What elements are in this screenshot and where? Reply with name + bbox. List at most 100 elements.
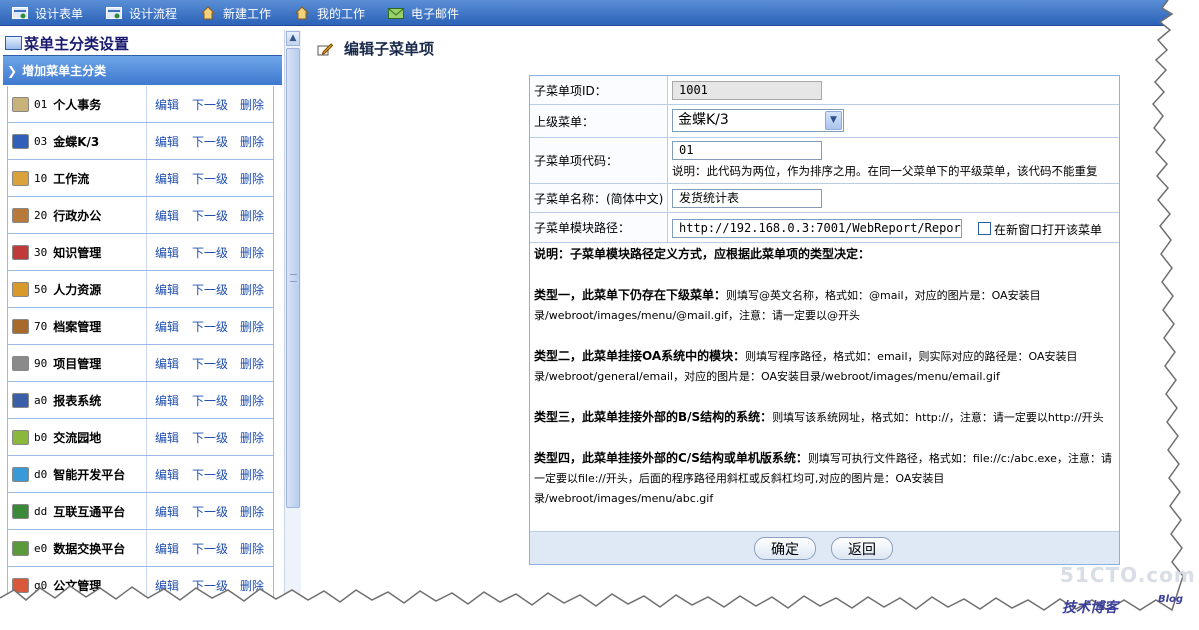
next-level-link[interactable]: 下一级	[192, 392, 228, 409]
edit-link[interactable]: 编辑	[155, 392, 179, 409]
edit-link[interactable]: 编辑	[155, 281, 179, 298]
menu-category-row: 10 工作流 编辑 下一级 删除	[8, 160, 273, 197]
submenu-path-label: 子菜单模块路径：	[530, 213, 668, 242]
delete-link[interactable]: 删除	[240, 355, 264, 372]
next-level-link[interactable]: 下一级	[192, 355, 228, 372]
delete-link[interactable]: 删除	[240, 540, 264, 557]
submenu-name-input[interactable]: 发货统计表	[672, 189, 822, 208]
delete-link[interactable]: 删除	[240, 318, 264, 335]
category-code: 50	[34, 282, 48, 296]
flow-design-icon	[106, 6, 122, 20]
back-button[interactable]: 返回	[831, 537, 893, 560]
edit-link[interactable]: 编辑	[155, 318, 179, 335]
path-description: 说明：子菜单模块路径定义方式，应根据此菜单项的类型决定： 类型一，此菜单下仍存在…	[534, 244, 1118, 509]
delete-link[interactable]: 删除	[240, 577, 264, 594]
delete-link[interactable]: 删除	[240, 392, 264, 409]
edit-link[interactable]: 编辑	[155, 429, 179, 446]
menu-category-name[interactable]: dd 互联互通平台	[8, 493, 147, 529]
menu-category-name[interactable]: 90 项目管理	[8, 345, 147, 381]
menu-category-name[interactable]: 10 工作流	[8, 160, 147, 196]
menu-category-name[interactable]: 03 金蝶K/3	[8, 123, 147, 159]
chevron-down-icon[interactable]: ▼	[825, 111, 842, 130]
delete-link[interactable]: 删除	[240, 503, 264, 520]
edit-link[interactable]: 编辑	[155, 355, 179, 372]
next-level-link[interactable]: 下一级	[192, 577, 228, 594]
menu-category-title-text: 菜单主分类设置	[24, 34, 130, 53]
delete-link[interactable]: 删除	[240, 207, 264, 224]
edit-link[interactable]: 编辑	[155, 577, 179, 594]
menu-category-name[interactable]: e0 数据交换平台	[8, 530, 147, 566]
add-main-category-button[interactable]: ❯ 增加菜单主分类	[3, 55, 282, 85]
next-level-link[interactable]: 下一级	[192, 281, 228, 298]
menu-email-label: 电子邮件	[411, 6, 460, 21]
category-label: 智能开发平台	[53, 467, 126, 482]
parent-menu-selected: 金蝶K/3	[678, 112, 729, 128]
menu-email[interactable]: 电子邮件	[388, 4, 459, 22]
category-label: 档案管理	[53, 319, 102, 334]
next-level-link[interactable]: 下一级	[192, 133, 228, 150]
row-submenu-id: 子菜单项ID： 1001	[530, 76, 1119, 105]
edit-link[interactable]: 编辑	[155, 540, 179, 557]
scrollbar-thumb[interactable]	[286, 48, 300, 508]
delete-link[interactable]: 删除	[240, 133, 264, 150]
menu-category-name[interactable]: 20 行政办公	[8, 197, 147, 233]
menu-design-form[interactable]: 设计表单	[12, 4, 83, 22]
menu-category-row: 90 项目管理 编辑 下一级 删除	[8, 345, 273, 382]
chevron-right-icon: ❯	[7, 63, 18, 78]
next-level-link[interactable]: 下一级	[192, 170, 228, 187]
next-level-link[interactable]: 下一级	[192, 429, 228, 446]
menu-category-row: 30 知识管理 编辑 下一级 删除	[8, 234, 273, 271]
new-window-checkbox[interactable]	[978, 222, 991, 235]
delete-link[interactable]: 删除	[240, 466, 264, 483]
delete-link[interactable]: 删除	[240, 281, 264, 298]
category-icon	[12, 318, 29, 334]
next-level-link[interactable]: 下一级	[192, 244, 228, 261]
next-level-link[interactable]: 下一级	[192, 207, 228, 224]
scroll-up-icon[interactable]: ▲	[286, 31, 300, 46]
edit-link[interactable]: 编辑	[155, 96, 179, 113]
next-level-link[interactable]: 下一级	[192, 466, 228, 483]
delete-link[interactable]: 删除	[240, 244, 264, 261]
edit-link[interactable]: 编辑	[155, 466, 179, 483]
form-button-bar: 确定 返回	[530, 531, 1119, 564]
window-icon	[5, 36, 22, 50]
next-level-link[interactable]: 下一级	[192, 318, 228, 335]
edit-link[interactable]: 编辑	[155, 133, 179, 150]
left-scrollbar[interactable]: ▲	[284, 30, 301, 630]
menu-my-work[interactable]: 我的工作	[294, 4, 365, 22]
parent-menu-select[interactable]: 金蝶K/3 ▼	[672, 109, 844, 132]
submenu-path-input[interactable]: http://192.168.0.3:7001/WebReport/Report…	[672, 219, 962, 238]
category-icon	[12, 244, 29, 260]
delete-link[interactable]: 删除	[240, 170, 264, 187]
menu-category-name[interactable]: a0 报表系统	[8, 382, 147, 418]
menu-category-name[interactable]: g0 公文管理	[8, 567, 147, 603]
menu-category-name[interactable]: b0 交流园地	[8, 419, 147, 455]
menu-new-work[interactable]: 新建工作	[200, 4, 271, 22]
ok-button[interactable]: 确定	[754, 537, 816, 560]
menu-category-name[interactable]: d0 智能开发平台	[8, 456, 147, 492]
menu-category-name[interactable]: 50 人力资源	[8, 271, 147, 307]
app-page: 设计表单 设计流程 新建工作 我的工作 电子邮件 菜单主分类设置 ❯ 增加菜单主…	[0, 0, 1199, 630]
category-code: 10	[34, 171, 48, 185]
edit-link[interactable]: 编辑	[155, 207, 179, 224]
category-label: 行政办公	[53, 208, 102, 223]
menu-new-work-label: 新建工作	[223, 6, 272, 21]
submenu-code-input[interactable]: 01	[672, 141, 822, 160]
menu-category-name[interactable]: 30 知识管理	[8, 234, 147, 270]
delete-link[interactable]: 删除	[240, 429, 264, 446]
next-level-link[interactable]: 下一级	[192, 96, 228, 113]
category-code: 20	[34, 208, 48, 222]
category-icon	[12, 466, 29, 482]
menu-category-name[interactable]: 01 个人事务	[8, 86, 147, 122]
menu-design-flow[interactable]: 设计流程	[106, 4, 177, 22]
menu-category-name[interactable]: 70 档案管理	[8, 308, 147, 344]
delete-link[interactable]: 删除	[240, 96, 264, 113]
pencil-edit-icon	[317, 42, 334, 56]
next-level-link[interactable]: 下一级	[192, 540, 228, 557]
edit-link[interactable]: 编辑	[155, 170, 179, 187]
row-submenu-name: 子菜单名称：(简体中文) 发货统计表	[530, 184, 1119, 213]
edit-link[interactable]: 编辑	[155, 503, 179, 520]
next-level-link[interactable]: 下一级	[192, 503, 228, 520]
category-code: 30	[34, 245, 48, 259]
edit-link[interactable]: 编辑	[155, 244, 179, 261]
